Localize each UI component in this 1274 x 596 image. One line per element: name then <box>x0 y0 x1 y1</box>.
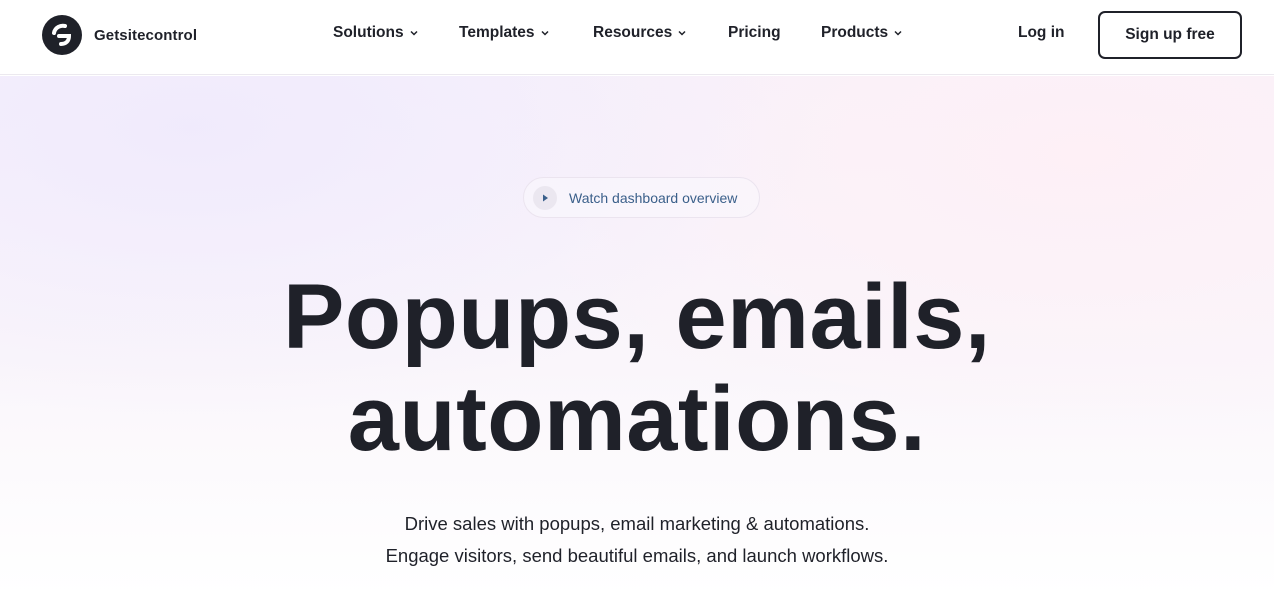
headline-line-1: Popups, emails, <box>283 266 991 368</box>
nav-pricing[interactable]: Pricing <box>728 24 781 42</box>
nav-templates[interactable]: Templates <box>459 24 549 42</box>
headline-line-2: automations. <box>347 368 927 470</box>
login-link[interactable]: Log in <box>1018 24 1065 42</box>
getsitecontrol-logo-icon <box>42 15 82 55</box>
watch-overview-button[interactable]: Watch dashboard overview <box>523 177 760 218</box>
watch-overview-label: Watch dashboard overview <box>569 189 738 206</box>
nav-solutions[interactable]: Solutions <box>333 24 418 42</box>
hero-section: Watch dashboard overview Popups, emails,… <box>0 76 1274 596</box>
brand-name: Getsitecontrol <box>94 26 198 44</box>
subtitle-line-2: Engage visitors, send beautiful emails, … <box>385 545 889 566</box>
site-header: Getsitecontrol Solutions Templates Resou… <box>0 0 1274 75</box>
subtitle-line-1: Drive sales with popups, email marketing… <box>404 513 870 534</box>
play-icon <box>533 185 557 210</box>
chevron-down-icon <box>678 30 686 36</box>
brand-logo[interactable]: Getsitecontrol <box>42 15 197 55</box>
chevron-down-icon <box>894 30 902 36</box>
nav-label: Templates <box>459 24 535 41</box>
nav-label: Pricing <box>728 24 781 41</box>
nav-products[interactable]: Products <box>821 24 902 42</box>
nav-label: Solutions <box>333 24 404 41</box>
nav-resources[interactable]: Resources <box>593 24 686 42</box>
signup-button[interactable]: Sign up free <box>1098 11 1242 59</box>
nav-label: Resources <box>593 24 673 41</box>
nav-label: Products <box>821 24 889 41</box>
hero-subtitle: Drive sales with popups, email marketing… <box>0 508 1274 572</box>
chevron-down-icon <box>410 30 418 36</box>
hero-headline: Popups, emails, automations. <box>0 266 1274 470</box>
chevron-down-icon <box>541 30 549 36</box>
